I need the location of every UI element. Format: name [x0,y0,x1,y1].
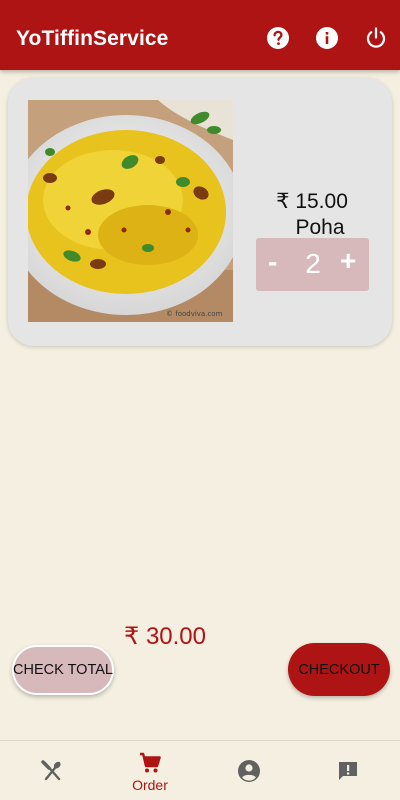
image-watermark: © foodviva.com [166,310,223,318]
logout-button[interactable] [363,25,389,51]
power-icon [366,27,386,48]
order-total: ₹ 30.00 [124,623,206,650]
help-button[interactable] [265,25,291,51]
nav-item-feedback[interactable] [298,741,398,800]
restaurant-icon [41,760,61,781]
quantity-value: 2 [305,248,321,279]
item-name: Poha [295,216,345,239]
decrease-quantity-button[interactable]: - [268,246,277,278]
info-button[interactable] [314,25,340,51]
cart-icon [140,752,161,773]
info-icon [316,27,338,49]
item-price: ₹ 15.00 [276,190,348,213]
check-total-button[interactable]: CHECK TOTAL [12,645,114,695]
app-title: YoTiffinService [16,27,169,50]
poha-dish-image: © foodviva.com [28,100,233,322]
nav-item-account[interactable] [199,741,299,800]
app-bar: YoTiffinService [0,0,400,70]
bottom-navigation: Order [0,740,400,800]
increase-quantity-button[interactable]: + [340,245,356,277]
checkout-button[interactable]: CHECKOUT [288,643,390,696]
nav-item-order[interactable]: Order [100,741,200,800]
help-icon [267,27,289,49]
account-icon [238,760,260,782]
nav-item-menu[interactable] [2,741,102,800]
quantity-stepper: - 2 + [256,238,369,291]
feedback-icon [339,762,357,780]
nav-label-order: Order [132,777,168,793]
